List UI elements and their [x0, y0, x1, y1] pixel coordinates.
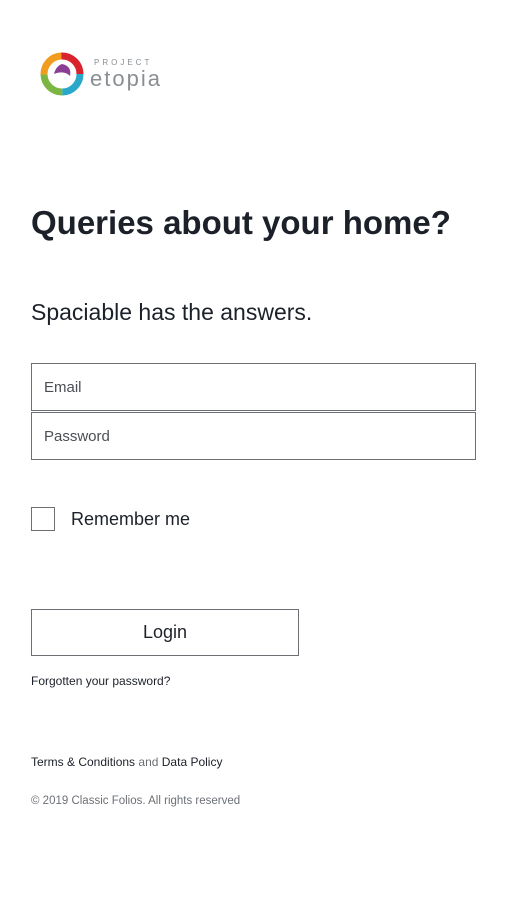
legal-links: Terms & Conditions and Data Policy	[31, 755, 222, 769]
data-policy-link[interactable]: Data Policy	[162, 755, 223, 769]
page-headline: Queries about your home?	[31, 204, 451, 241]
page-subheadline: Spaciable has the answers.	[31, 299, 313, 325]
remember-me-toggle[interactable]: Remember me	[31, 507, 190, 531]
terms-link[interactable]: Terms & Conditions	[31, 755, 135, 769]
email-field[interactable]	[31, 363, 476, 411]
brand-logo: PROJECT etopia	[38, 50, 178, 100]
logo-wordmark: etopia	[90, 66, 162, 91]
password-field[interactable]	[31, 412, 476, 460]
copyright-text: © 2019 Classic Folios. All rights reserv…	[31, 795, 241, 807]
login-button[interactable]: Login	[31, 609, 299, 656]
remember-me-checkbox[interactable]	[31, 507, 55, 531]
remember-me-label: Remember me	[71, 508, 191, 529]
etopia-ring-icon	[40, 52, 84, 96]
and-text: and	[138, 755, 159, 769]
forgot-password-link[interactable]: Forgotten your password?	[31, 674, 170, 688]
